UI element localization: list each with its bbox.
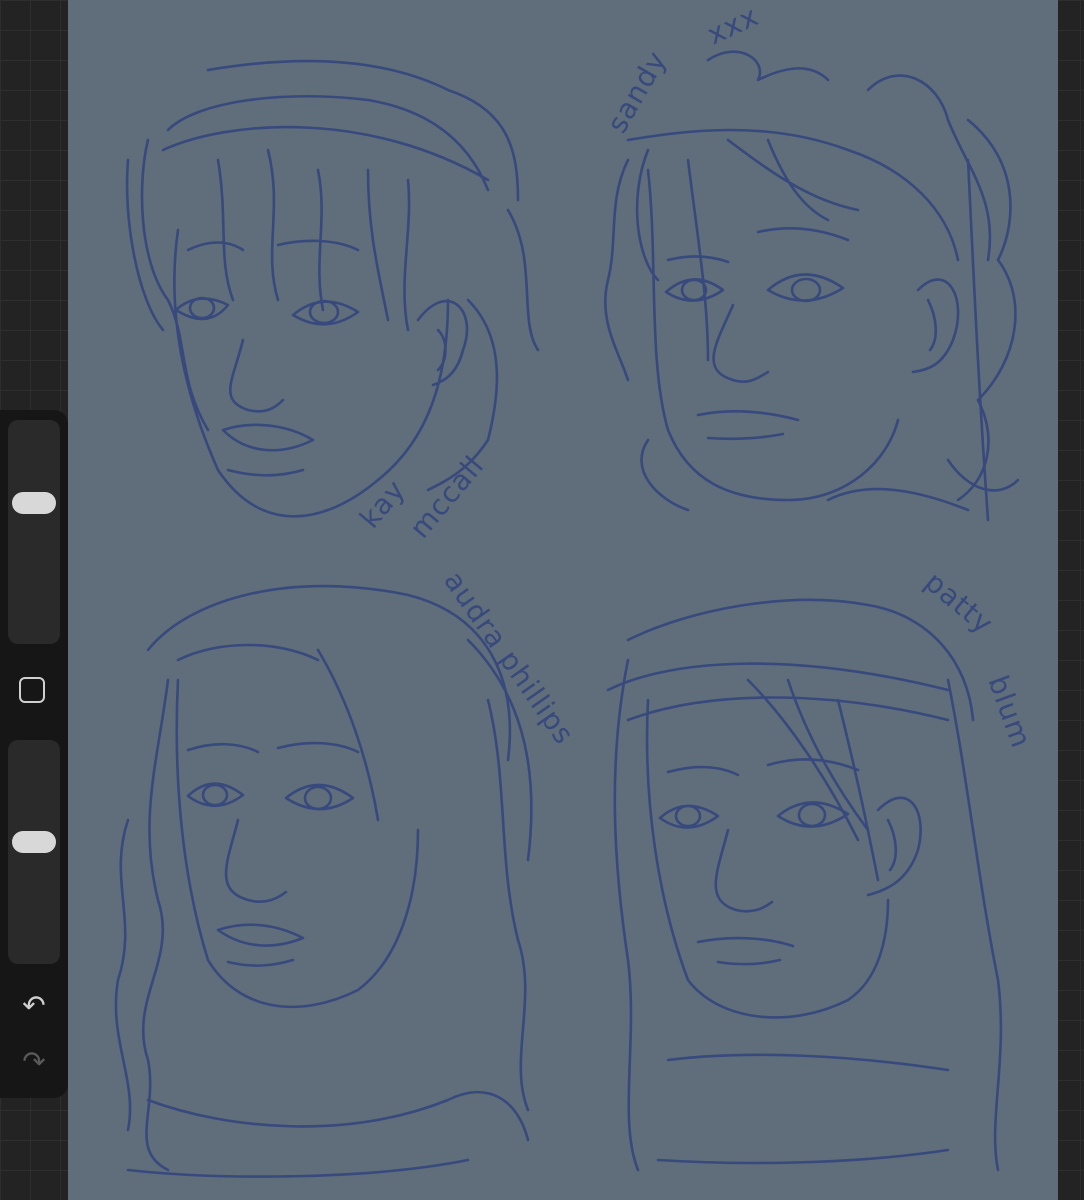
sketch-layer: kay mccall sandy xxx audra phillips patt… <box>114 0 1038 1178</box>
label-sandy-xxx: xxx <box>702 0 764 51</box>
label-kay: kay <box>353 473 412 534</box>
drawing-canvas[interactable]: kay mccall sandy xxx audra phillips patt… <box>68 0 1058 1200</box>
portrait-kay-mccall <box>125 59 540 518</box>
brush-size-slider-knob[interactable] <box>12 491 56 514</box>
portrait-audra-phillips <box>114 584 533 1178</box>
label-sandy: sandy <box>600 45 673 138</box>
undo-icon[interactable]: ↶ <box>16 988 52 1024</box>
portrait-sandy <box>603 50 1020 522</box>
redo-icon[interactable]: ↷ <box>16 1044 52 1080</box>
opacity-slider[interactable] <box>8 740 60 964</box>
portrait-patty-blum <box>606 598 1003 1172</box>
brush-size-slider[interactable] <box>8 420 60 644</box>
label-patty: patty <box>919 565 1000 641</box>
opacity-slider-knob[interactable] <box>12 831 56 854</box>
label-mccall: mccall <box>403 449 490 544</box>
square-icon[interactable] <box>19 677 45 703</box>
tool-sidebar: ↶ ↷ <box>0 410 68 1098</box>
label-blum: blum <box>981 671 1038 752</box>
